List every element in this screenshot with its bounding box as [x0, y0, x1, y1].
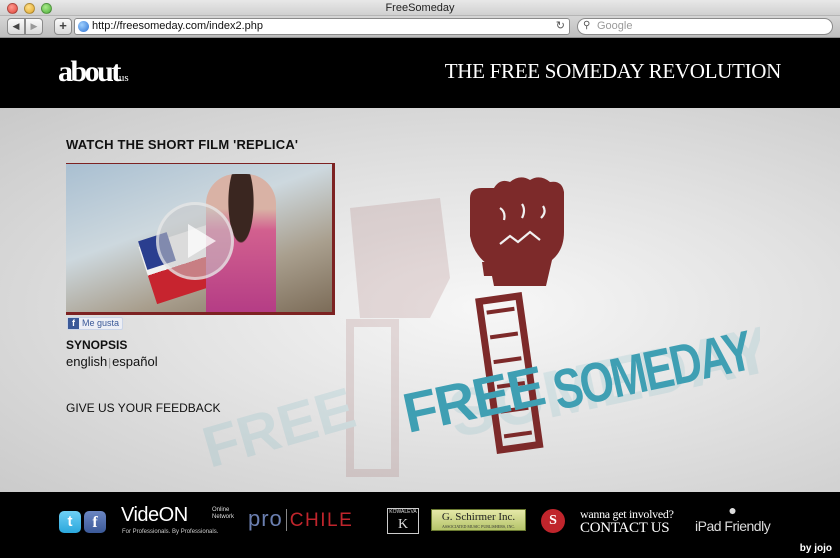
globe-icon	[78, 21, 89, 32]
svg-text:FREE: FREE	[200, 375, 362, 480]
s-badge-icon[interactable]: S	[541, 509, 565, 533]
search-placeholder: Google	[597, 20, 633, 32]
prochile-divider	[285, 509, 287, 532]
spanish-link[interactable]: español	[112, 354, 158, 369]
reload-icon[interactable]: ↻	[556, 19, 565, 32]
video-player[interactable]	[66, 163, 335, 315]
window-title: FreeSomeday	[385, 2, 455, 14]
back-arrow-icon: ◀	[12, 21, 20, 31]
site-footer: t f VideON Online Network For Profession…	[0, 492, 840, 558]
address-bar[interactable]: http://freesomeday.com/index2.php ↻	[74, 18, 570, 35]
kowaleva-logo-link[interactable]: KOWALEVA K	[387, 508, 419, 534]
videon-tagline: For Professionals. By Professionals.	[122, 529, 219, 535]
site-header: aboutus THE FREE SOMEDAY REVOLUTION	[0, 39, 840, 108]
browser-toolbar: ◀ ▶ + http://freesomeday.com/index2.php …	[0, 16, 840, 38]
synopsis-language-links: english|español	[66, 354, 158, 369]
designer-credit[interactable]: by jojo	[800, 543, 832, 554]
schirmer-logo-link[interactable]: G. Schirmer Inc. ASSOCIATED MUSIC PUBLIS…	[431, 509, 526, 531]
site-title: THE FREE SOMEDAY REVOLUTION	[444, 59, 782, 83]
prochile-logo-link[interactable]: pro CHILE	[248, 506, 353, 532]
main-content: FREE SOMEDAY FREE SOMEDAY WATCH THE SHOR…	[0, 108, 840, 492]
contact-us-link[interactable]: wanna get involved? CONTACT US	[580, 507, 674, 536]
forward-arrow-icon: ▶	[30, 21, 38, 31]
facebook-like-button[interactable]: f Me gusta	[67, 317, 124, 330]
forward-button[interactable]: ▶	[25, 18, 43, 35]
feedback-link[interactable]: GIVE US YOUR FEEDBACK	[66, 401, 220, 415]
web-page: aboutus THE FREE SOMEDAY REVOLUTION FREE…	[0, 39, 840, 558]
prochile-pro-text: pro	[248, 506, 283, 531]
url-text[interactable]: http://freesomeday.com/index2.php	[92, 20, 263, 32]
logo-us-text: us	[118, 72, 129, 84]
schirmer-subtext: ASSOCIATED MUSIC PUBLISHERS, INC.	[441, 524, 515, 529]
facebook-icon: f	[68, 318, 79, 329]
ipad-friendly-badge: ● iPad Friendly	[695, 502, 771, 536]
schirmer-text: G. Schirmer Inc.	[441, 511, 516, 523]
english-link[interactable]: english	[66, 354, 107, 369]
search-input[interactable]: ⚲ Google	[577, 18, 833, 35]
like-label: Me gusta	[82, 318, 120, 328]
language-separator: |	[108, 357, 112, 369]
videon-logo-text: VideON	[121, 504, 188, 526]
videon-logo-link[interactable]: VideON Online Network For Professionals.…	[121, 504, 234, 535]
contact-us-text: CONTACT US	[580, 520, 670, 536]
facebook-icon[interactable]: f	[84, 511, 106, 533]
logo-about-text: about	[58, 55, 121, 88]
synopsis-heading: SYNOPSIS	[66, 338, 128, 352]
play-button[interactable]	[156, 202, 234, 280]
fist-icon	[470, 177, 564, 286]
play-icon	[188, 224, 216, 258]
add-bookmark-button[interactable]: +	[54, 18, 72, 35]
search-icon: ⚲	[583, 20, 591, 31]
window-titlebar: FreeSomeday	[0, 0, 840, 16]
kowaleva-emblem-icon: K	[397, 517, 409, 532]
involve-prompt: wanna get involved?	[580, 507, 674, 521]
prochile-chile-text: CHILE	[289, 510, 354, 531]
apple-icon: ●	[728, 502, 737, 518]
kowaleva-text: KOWALEVA	[389, 509, 417, 515]
film-heading: WATCH THE SHORT FILM 'REPLICA'	[66, 137, 299, 152]
plus-icon: +	[59, 18, 67, 33]
back-button[interactable]: ◀	[7, 18, 25, 35]
videon-network-text: Online Network	[212, 507, 235, 520]
about-us-logo[interactable]: aboutus	[58, 55, 129, 89]
twitter-icon[interactable]: t	[59, 511, 81, 533]
ipad-friendly-text: iPad Friendly	[695, 518, 771, 534]
